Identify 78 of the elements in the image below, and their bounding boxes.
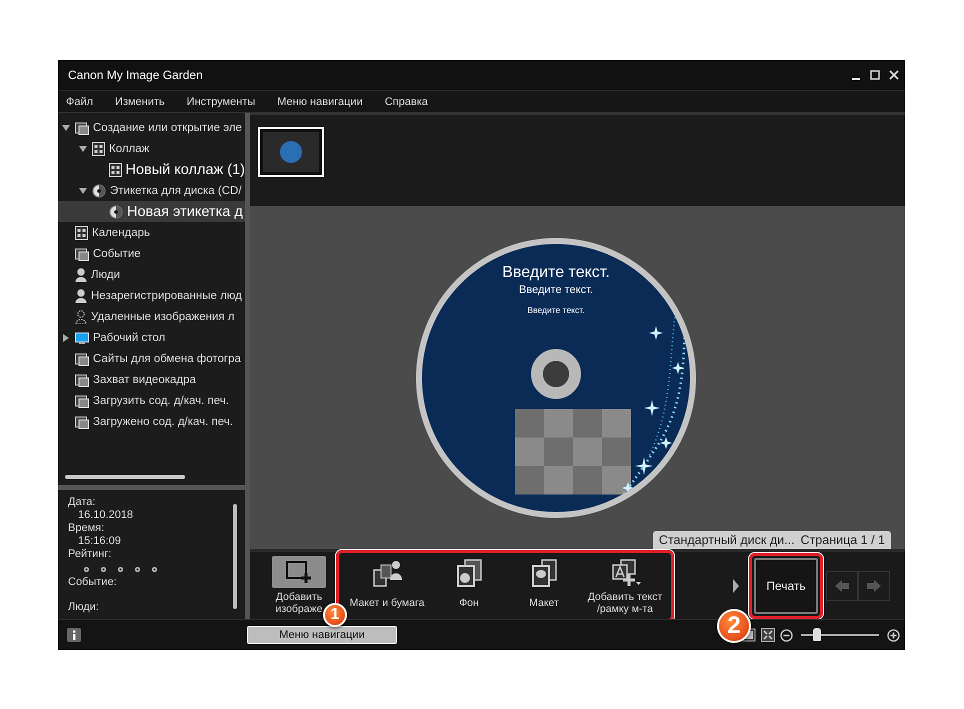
disc-label-drawing[interactable] <box>416 238 696 518</box>
empty-rating-dot-icon[interactable] <box>133 565 142 574</box>
expand-arrow-icon[interactable] <box>79 144 87 152</box>
left-arrow-icon <box>835 580 849 592</box>
empty-rating-dot-icon[interactable] <box>99 565 108 574</box>
fit-icon[interactable] <box>761 628 775 642</box>
disc-subtitle-text[interactable]: Введите текст. <box>519 283 593 297</box>
field-label: Рейтинг: <box>68 548 112 561</box>
tree-item[interactable]: Создание или открытие эле <box>58 117 245 138</box>
document-icon <box>75 120 89 134</box>
empty-rating-dot-icon[interactable] <box>150 565 159 574</box>
tree-item[interactable]: Рабочий стол <box>58 327 245 348</box>
disc-title-text[interactable]: Введите текст. <box>502 264 610 282</box>
tree-item[interactable]: Люди <box>58 264 245 285</box>
window-title: Canon My Image Garden <box>68 68 203 82</box>
scrollbar-thumb[interactable] <box>65 475 185 479</box>
document-icon <box>75 414 89 428</box>
disc-icon <box>109 204 123 218</box>
field-label: Дата: <box>68 496 96 509</box>
menu-item[interactable]: Инструменты <box>186 96 256 108</box>
field-label: Люди: <box>68 601 100 614</box>
toolbar-button[interactable]: Фон <box>433 558 505 614</box>
monitor-icon <box>75 332 89 344</box>
disc-icon <box>92 184 106 198</box>
tree-item[interactable]: Загрузить сод. д/кач. печ. <box>58 390 245 411</box>
tree-item[interactable]: Незарегистрированные люд <box>58 285 245 306</box>
toolbar-button[interactable]: Добавить текст /рамку м-та <box>583 558 667 614</box>
menu-item[interactable]: Изменить <box>115 96 165 108</box>
field-value: 16.10.2018 <box>77 509 134 522</box>
person-icon <box>75 268 87 282</box>
collapse-arrow-icon[interactable] <box>62 334 70 342</box>
field-label: Время: <box>68 522 106 535</box>
tree-item[interactable]: Новый коллаж (1) <box>58 159 245 180</box>
menu-item[interactable]: Меню навигации <box>277 96 363 108</box>
menu-item[interactable]: Файл <box>66 96 94 108</box>
zoom-out-icon[interactable] <box>780 628 793 642</box>
tree-item[interactable]: Событие <box>58 243 245 264</box>
slider-thumb[interactable] <box>812 628 821 641</box>
grid-icon <box>108 162 122 176</box>
page-thumbnail[interactable] <box>258 127 324 177</box>
tree-item[interactable]: Календарь <box>58 222 245 243</box>
empty-rating-dot-icon[interactable] <box>116 565 125 574</box>
right-arrow-icon <box>867 580 881 592</box>
tree-item[interactable]: Коллаж <box>58 138 245 159</box>
document-icon <box>75 246 89 260</box>
add-image-icon <box>286 561 312 583</box>
add-image-button[interactable] <box>272 556 326 588</box>
print-button[interactable]: Печать <box>754 558 818 614</box>
expand-arrow-icon[interactable] <box>732 578 740 594</box>
toolbar-button[interactable]: Макет <box>505 558 583 614</box>
add-image-label: Добавить изображе <box>276 591 322 615</box>
close-icon[interactable] <box>889 70 899 80</box>
person-icon <box>75 310 87 324</box>
disc-caption-text[interactable]: Введите текст. <box>527 304 585 316</box>
navigation-menu-button[interactable]: Меню навигации <box>247 626 397 644</box>
person-icon <box>75 288 87 302</box>
scrollbar-thumb[interactable] <box>233 504 237 609</box>
tree-item[interactable]: Сайты для обмена фотогра <box>58 348 245 369</box>
zoom-in-icon[interactable] <box>887 628 900 642</box>
expand-arrow-icon[interactable] <box>79 186 87 194</box>
document-icon <box>75 394 89 408</box>
tree-item[interactable]: Загружено сод. д/кач. печ. <box>58 411 245 432</box>
empty-rating-dot-icon[interactable] <box>82 565 91 574</box>
maximize-icon[interactable] <box>870 70 880 80</box>
document-icon <box>75 372 89 386</box>
grid-icon <box>92 142 105 156</box>
info-icon[interactable] <box>67 628 81 642</box>
menu-item[interactable]: Справка <box>384 96 428 108</box>
tree-item[interactable]: Удаленные изображения л <box>58 306 245 327</box>
document-icon <box>75 352 89 366</box>
tree-item[interactable]: Этикетка для диска (CD/ <box>58 180 245 201</box>
tree-item[interactable]: Захват видеокадра <box>58 369 245 390</box>
page-tab[interactable]: Стандартный диск ди... Страница 1 / 1 <box>652 531 891 549</box>
tree-item[interactable]: Новая этикетка д <box>58 201 245 222</box>
field-label: Событие: <box>68 576 118 589</box>
expand-arrow-icon[interactable] <box>62 124 70 132</box>
calendar-icon <box>75 226 88 240</box>
field-value: 15:16:09 <box>77 535 122 548</box>
